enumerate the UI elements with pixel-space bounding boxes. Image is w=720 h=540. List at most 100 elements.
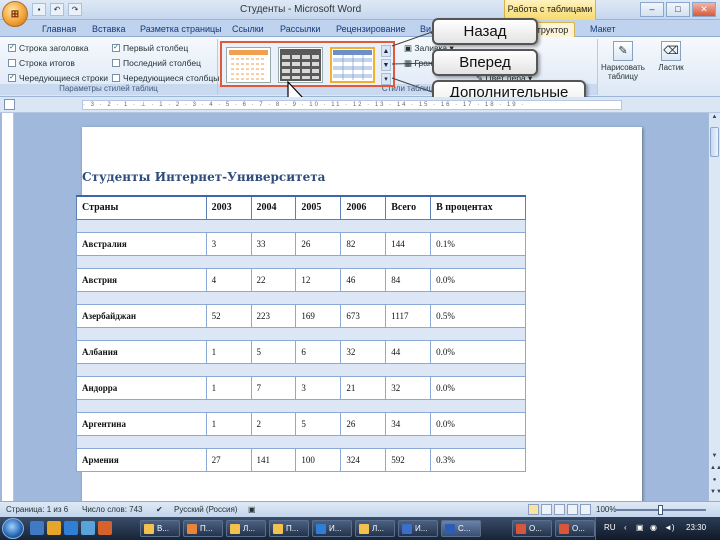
tray-arrow-icon[interactable]: ‹	[624, 523, 627, 532]
banded-spacer	[76, 254, 526, 269]
tab-insert[interactable]: Вставка	[86, 22, 131, 37]
media-player-icon[interactable]	[98, 521, 112, 535]
tab-layout[interactable]: Макет	[584, 22, 621, 37]
scroll-up-icon[interactable]: ▲	[710, 114, 719, 125]
scrollbar-thumb[interactable]	[710, 127, 719, 157]
cell-value: 5	[250, 339, 297, 364]
checkbox-first-column[interactable]: ✓	[112, 44, 120, 52]
cell-value: 100	[295, 447, 342, 472]
banded-rows-option[interactable]: ✓ Чередующиеся строки	[8, 73, 108, 83]
checkbox-banded-columns[interactable]	[112, 74, 120, 82]
taskbar-item[interactable]: И...	[398, 520, 438, 537]
maximize-button[interactable]: □	[666, 2, 690, 17]
tab-page-layout[interactable]: Разметка страницы	[134, 22, 228, 37]
taskbar-item[interactable]: П...	[183, 520, 223, 537]
quicklaunch-folder-icon[interactable]	[47, 521, 61, 535]
previous-page-icon[interactable]: ▲▲	[710, 465, 720, 476]
select-browse-object-icon[interactable]: ●	[710, 477, 719, 488]
vertical-scrollbar[interactable]: ▲ ▼ ▲▲ ● ▼▼	[708, 113, 720, 501]
horizontal-ruler-row: · 3 · 2 · 1 · ⊥ · 1 · 2 · 3 · 4 · 5 · 6 …	[0, 97, 720, 113]
taskbar-item[interactable]: И...	[312, 520, 352, 537]
zoom-slider-knob[interactable]	[658, 505, 663, 515]
zoom-slider[interactable]	[616, 505, 706, 515]
next-page-icon[interactable]: ▼▼	[710, 489, 720, 500]
close-button[interactable]: ✕	[692, 2, 716, 17]
switch-windows-icon[interactable]	[81, 521, 95, 535]
taskbar-item[interactable]: П...	[269, 520, 309, 537]
tab-references[interactable]: Ссылки	[226, 22, 270, 37]
header-total: Всего	[385, 195, 432, 220]
cell-percent: 0.0%	[430, 339, 526, 364]
task-app-icon	[230, 524, 240, 534]
redo-icon[interactable]: ↷	[68, 3, 82, 16]
cell-value: 46	[340, 267, 387, 292]
last-column-option[interactable]: Последний столбец	[112, 58, 201, 68]
cell-value: 223	[250, 303, 297, 328]
taskbar-item[interactable]: О...	[512, 520, 552, 537]
internet-explorer-icon[interactable]	[64, 521, 78, 535]
checkbox-total-row[interactable]	[8, 59, 16, 67]
save-icon[interactable]: ▪	[32, 3, 46, 16]
scroll-down-icon[interactable]: ▼	[710, 453, 719, 464]
show-desktop-icon[interactable]	[30, 521, 44, 535]
table-style-thumb-dark[interactable]	[278, 47, 323, 83]
task-app-icon	[559, 524, 569, 534]
web-layout-view-icon[interactable]	[554, 504, 565, 515]
first-column-option[interactable]: ✓ Первый столбец	[112, 43, 188, 53]
taskbar-item[interactable]: Л...	[226, 520, 266, 537]
security-icon[interactable]: ◉	[650, 523, 657, 532]
cell-country: Албания	[76, 339, 207, 364]
undo-icon[interactable]: ↶	[50, 3, 64, 16]
cell-value: 673	[340, 303, 387, 328]
horizontal-ruler[interactable]: · 3 · 2 · 1 · ⊥ · 1 · 2 · 3 · 4 · 5 · 6 …	[82, 100, 622, 110]
taskbar-item[interactable]: О...	[555, 520, 595, 537]
cell-value: 21	[340, 375, 387, 400]
keyboard-language[interactable]: RU	[604, 523, 616, 532]
banded-spacer	[76, 398, 526, 413]
status-page[interactable]: Страница: 1 из 6	[6, 505, 68, 514]
status-word-count[interactable]: Число слов: 743	[82, 505, 142, 514]
vertical-ruler[interactable]	[2, 113, 14, 501]
checkbox-last-column[interactable]	[112, 59, 120, 67]
banded-spacer	[76, 218, 526, 233]
banded-columns-option[interactable]: Чередующиеся столбцы	[112, 73, 219, 83]
cell-value: 169	[295, 303, 342, 328]
tab-mailings[interactable]: Рассылки	[274, 22, 326, 37]
total-row-option[interactable]: Строка итогов	[8, 58, 75, 68]
office-button[interactable]: ⊞	[2, 1, 28, 27]
network-icon[interactable]: ▣	[636, 523, 644, 532]
checkbox-header-row[interactable]: ✓	[8, 44, 16, 52]
document-title: Студенты Интернет-Университета	[82, 170, 326, 184]
draft-view-icon[interactable]	[580, 504, 591, 515]
status-language[interactable]: Русский (Россия)	[174, 505, 237, 514]
macro-record-icon[interactable]: ▣	[248, 505, 256, 514]
spellcheck-icon[interactable]: ✔	[156, 505, 163, 514]
tab-home[interactable]: Главная	[36, 22, 82, 37]
checkbox-banded-rows[interactable]: ✓	[8, 74, 16, 82]
cell-country: Австрия	[76, 267, 207, 292]
taskbar-item-active[interactable]: С...	[441, 520, 481, 537]
draw-table-button[interactable]: ✎ Нарисовать таблицу	[600, 41, 646, 81]
print-layout-view-icon[interactable]	[528, 504, 539, 515]
students-table[interactable]: Страны 2003 2004 2005 2006 Всего В проце…	[76, 195, 526, 472]
cell-percent: 0.5%	[430, 303, 526, 328]
eraser-button[interactable]: ⌫ Ластик	[648, 41, 694, 72]
table-style-thumb-orange[interactable]	[226, 47, 271, 83]
group-label-style-options: Параметры стилей таблиц	[0, 84, 217, 95]
taskbar-item[interactable]: Л...	[355, 520, 395, 537]
cell-country: Армения	[76, 447, 207, 472]
minimize-button[interactable]: –	[640, 2, 664, 17]
full-screen-reading-view-icon[interactable]	[541, 504, 552, 515]
tab-selector-icon[interactable]	[4, 99, 15, 110]
task-app-icon	[144, 524, 154, 534]
table-style-thumb-blue[interactable]	[330, 47, 375, 83]
zoom-level[interactable]: 100%	[596, 505, 616, 514]
outline-view-icon[interactable]	[567, 504, 578, 515]
cell-value: 324	[340, 447, 387, 472]
start-button[interactable]	[2, 518, 24, 539]
volume-icon[interactable]: ◄)	[664, 523, 675, 532]
clock[interactable]: 23:30	[686, 523, 706, 532]
banded-columns-label: Чередующиеся столбцы	[123, 73, 220, 83]
taskbar-item[interactable]: В...	[140, 520, 180, 537]
header-row-option[interactable]: ✓ Строка заголовка	[8, 43, 89, 53]
